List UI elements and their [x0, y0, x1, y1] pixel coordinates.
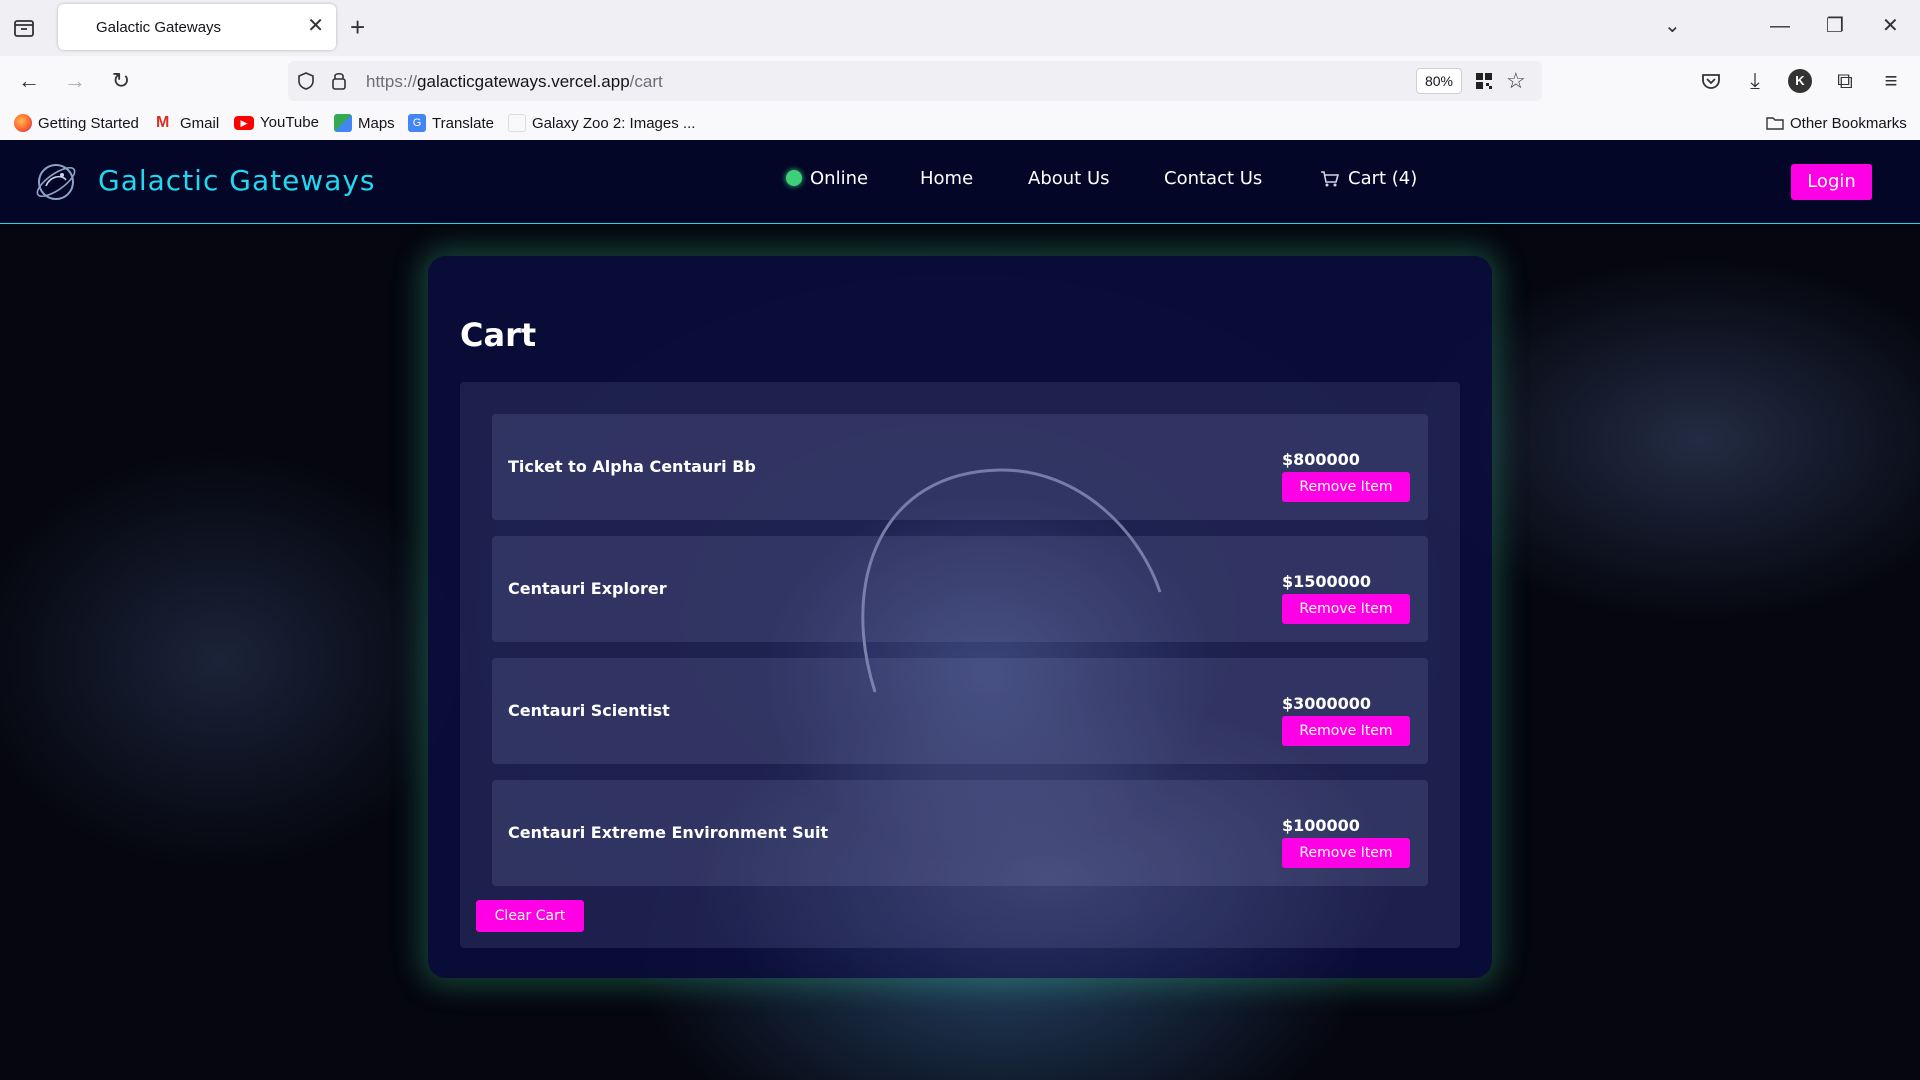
- clear-cart-button[interactable]: Clear Cart: [476, 900, 584, 932]
- menu-icon[interactable]: ≡: [1878, 68, 1904, 94]
- bookmark-galaxy-zoo[interactable]: Galaxy Zoo 2: Images ...: [508, 114, 695, 132]
- zoom-level-badge[interactable]: 80%: [1416, 68, 1462, 94]
- url-host: galacticgateways.vercel.app: [417, 72, 630, 91]
- cart-item-price: $3000000: [1282, 694, 1372, 713]
- url-prefix: https://: [366, 72, 418, 91]
- site-header: Galactic Gateways Online Home About Us C…: [0, 140, 1920, 224]
- url-text[interactable]: https://galacticgateways.vercel.app/cart: [366, 72, 663, 92]
- bookmark-gmail[interactable]: M Gmail: [156, 114, 219, 132]
- profile-avatar[interactable]: K: [1788, 69, 1812, 93]
- cart-items-container: Ticket to Alpha Centauri Bb $800000 Remo…: [460, 382, 1460, 948]
- cart-item-name: Centauri Explorer: [508, 579, 667, 598]
- gmail-icon: M: [156, 114, 170, 131]
- youtube-icon: ▶: [234, 115, 254, 130]
- cart-title: Cart: [460, 316, 537, 354]
- page-icon: [508, 114, 526, 132]
- maps-icon: [334, 114, 352, 132]
- qr-code-icon[interactable]: [1474, 71, 1494, 91]
- nav-contact-us[interactable]: Contact Us: [1164, 168, 1262, 189]
- remove-item-button[interactable]: Remove Item: [1282, 472, 1410, 502]
- shield-icon[interactable]: [296, 71, 316, 91]
- nav-home[interactable]: Home: [920, 168, 973, 189]
- tab-list-icon[interactable]: [12, 16, 36, 40]
- tab-close-icon[interactable]: ✕: [307, 15, 324, 37]
- site-brand[interactable]: Galactic Gateways: [98, 164, 376, 197]
- online-status-icon: [786, 170, 802, 186]
- browser-tab-active[interactable]: Galactic Gateways ✕: [58, 4, 336, 50]
- cart-item-name: Centauri Scientist: [508, 701, 670, 720]
- bookmark-star-icon[interactable]: ☆: [1506, 68, 1526, 94]
- bookmarks-toolbar: Getting Started M Gmail ▶ YouTube Maps G…: [0, 106, 1920, 140]
- cart-item: Centauri Scientist $3000000 Remove Item: [492, 658, 1428, 764]
- bookmark-label: YouTube: [260, 114, 319, 131]
- cart-panel: Cart Ticket to Alpha Centauri Bb $800000…: [428, 256, 1492, 978]
- firefox-icon: [14, 114, 32, 132]
- cart-item-price: $100000: [1282, 816, 1360, 835]
- bookmark-youtube[interactable]: ▶ YouTube: [234, 114, 319, 131]
- browser-tab-bar: Galactic Gateways ✕ + ⌄ — ❐ ✕: [0, 0, 1920, 56]
- close-window-icon[interactable]: ✕: [1882, 14, 1899, 38]
- cart-item-name: Centauri Extreme Environment Suit: [508, 823, 829, 842]
- bookmark-label: Other Bookmarks: [1790, 114, 1907, 132]
- cart-item: Centauri Explorer $1500000 Remove Item: [492, 536, 1428, 642]
- browser-nav-bar: ← → ↻ https://galacticgateways.vercel.ap…: [0, 56, 1920, 106]
- bookmark-label: Galaxy Zoo 2: Images ...: [532, 114, 696, 132]
- restore-icon[interactable]: ❐: [1826, 14, 1844, 38]
- remove-item-button[interactable]: Remove Item: [1282, 838, 1410, 868]
- reload-icon[interactable]: ↻: [108, 68, 134, 94]
- cart-item-price: $1500000: [1282, 572, 1372, 591]
- nav-cart[interactable]: Cart (4): [1348, 168, 1417, 189]
- new-tab-icon[interactable]: +: [350, 12, 365, 42]
- tab-overflow-chevron-icon[interactable]: ⌄: [1664, 14, 1681, 38]
- downloads-icon[interactable]: ⤓: [1742, 68, 1768, 94]
- login-button[interactable]: Login: [1791, 164, 1872, 200]
- cart-item: Centauri Extreme Environment Suit $10000…: [492, 780, 1428, 886]
- minimize-icon[interactable]: —: [1770, 14, 1790, 38]
- remove-item-button[interactable]: Remove Item: [1282, 594, 1410, 624]
- remove-item-button[interactable]: Remove Item: [1282, 716, 1410, 746]
- galaxy-logo-icon[interactable]: [32, 158, 80, 206]
- bookmark-label: Translate: [432, 114, 494, 132]
- translate-icon: G: [408, 114, 426, 132]
- extensions-icon[interactable]: ⧉: [1832, 68, 1858, 94]
- lock-icon[interactable]: [330, 70, 348, 92]
- pocket-icon[interactable]: [1698, 68, 1724, 94]
- bookmark-label: Getting Started: [38, 114, 139, 132]
- bookmark-getting-started[interactable]: Getting Started: [14, 114, 139, 132]
- bookmark-label: Gmail: [180, 114, 220, 132]
- bookmark-translate[interactable]: G Translate: [408, 114, 494, 132]
- address-bar[interactable]: https://galacticgateways.vercel.app/cart…: [288, 61, 1542, 101]
- nav-about-us[interactable]: About Us: [1028, 168, 1110, 189]
- cart-item-name: Ticket to Alpha Centauri Bb: [508, 457, 756, 476]
- cart-item-price: $800000: [1282, 450, 1360, 469]
- site-viewport: Galactic Gateways Online Home About Us C…: [0, 140, 1920, 1080]
- other-bookmarks[interactable]: Other Bookmarks: [1766, 114, 1907, 132]
- tab-title: Galactic Gateways: [96, 19, 222, 36]
- nav-online: Online: [810, 168, 869, 189]
- shopping-cart-icon[interactable]: [1320, 170, 1340, 188]
- bookmark-label: Maps: [358, 114, 395, 132]
- folder-icon: [1766, 117, 1784, 130]
- url-path: /cart: [629, 72, 663, 91]
- forward-icon[interactable]: →: [62, 68, 88, 94]
- back-icon[interactable]: ←: [16, 68, 42, 94]
- cart-item: Ticket to Alpha Centauri Bb $800000 Remo…: [492, 414, 1428, 520]
- bookmark-maps[interactable]: Maps: [334, 114, 395, 132]
